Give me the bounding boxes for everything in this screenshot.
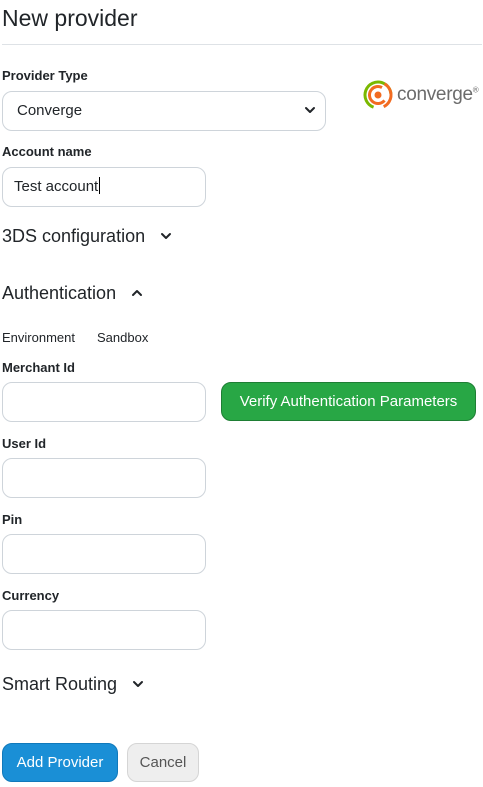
chevron-down-icon — [305, 107, 315, 113]
text-cursor — [99, 177, 101, 194]
user-id-label: User Id — [2, 436, 47, 451]
currency-input[interactable] — [2, 610, 206, 650]
cancel-button[interactable]: Cancel — [127, 743, 199, 782]
merchant-id-label: Merchant Id — [2, 360, 75, 375]
smart-routing-section-toggle[interactable]: Smart Routing — [2, 673, 145, 695]
environment-value: Sandbox — [97, 330, 149, 345]
registered-mark: ® — [472, 85, 479, 95]
verify-authentication-button[interactable]: Verify Authentication Parameters — [221, 382, 476, 421]
converge-logo: converge® — [362, 79, 479, 111]
provider-type-label: Provider Type — [2, 68, 88, 83]
account-name-input[interactable]: Test account — [2, 167, 206, 207]
chevron-up-icon — [132, 290, 143, 296]
pin-label: Pin — [2, 512, 23, 527]
chevron-down-icon — [161, 233, 172, 239]
converge-logo-text: converge® — [397, 84, 479, 106]
currency-label: Currency — [2, 588, 60, 603]
page-title: New provider — [2, 5, 138, 31]
add-provider-button[interactable]: Add Provider — [2, 743, 118, 782]
converge-logo-mark-icon — [363, 80, 393, 110]
authentication-section-label: Authentication — [2, 283, 117, 303]
account-name-label: Account name — [2, 144, 92, 159]
merchant-id-input[interactable] — [2, 382, 206, 422]
three-ds-section-label: 3DS configuration — [2, 226, 146, 246]
converge-logo-word: converge — [397, 84, 473, 105]
provider-type-select[interactable]: Converge — [2, 91, 326, 131]
pin-input[interactable] — [2, 534, 206, 574]
environment-label: Environment — [2, 330, 75, 345]
smart-routing-section-label: Smart Routing — [2, 674, 118, 694]
chevron-down-icon — [133, 681, 144, 687]
title-divider — [2, 44, 482, 45]
provider-type-selected-value: Converge — [17, 102, 83, 119]
three-ds-section-toggle[interactable]: 3DS configuration — [2, 225, 173, 247]
authentication-section-toggle[interactable]: Authentication — [2, 282, 144, 304]
account-name-value: Test account — [14, 178, 99, 195]
user-id-input[interactable] — [2, 458, 206, 498]
